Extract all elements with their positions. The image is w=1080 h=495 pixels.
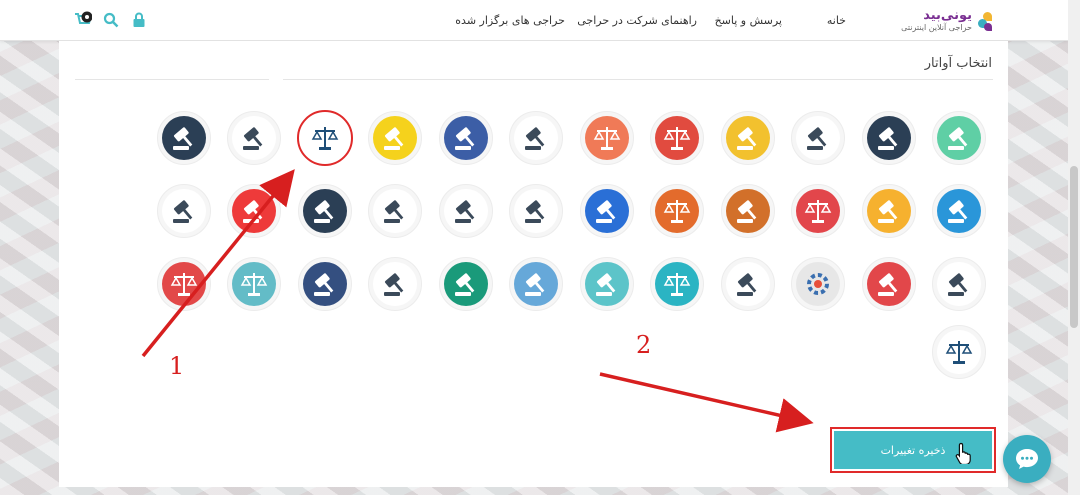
- avatar-option[interactable]: [297, 257, 352, 311]
- top-navbar: یونی‌بید حراجی آنلاین اینترنتی خانه پرسش…: [0, 0, 1068, 41]
- scales-icon: [796, 189, 840, 233]
- scales-icon: [232, 262, 276, 306]
- avatar-option[interactable]: [156, 257, 211, 311]
- gavel-icon: [584, 262, 629, 306]
- avatar-option[interactable]: [297, 184, 352, 238]
- avatar-option[interactable]: [791, 111, 845, 165]
- logo-icon: [976, 10, 992, 32]
- title-divider: [283, 79, 993, 80]
- hand-cursor-icon: [955, 442, 973, 468]
- gavel-icon: [443, 189, 488, 233]
- scales-icon: [937, 330, 981, 374]
- lock-icon[interactable]: [130, 10, 148, 30]
- gavel-icon: [443, 262, 488, 306]
- gavel-icon: [232, 116, 276, 160]
- logo-subtitle: حراجی آنلاین اینترنتی: [901, 23, 972, 32]
- section-title: انتخاب آواتار: [924, 56, 992, 71]
- nav-item-home[interactable]: خانه: [827, 14, 846, 27]
- avatar-option[interactable]: [861, 184, 916, 238]
- scales-icon: [655, 116, 699, 160]
- nav-item-faq[interactable]: پرسش و پاسخ: [715, 14, 782, 27]
- scales-icon: [655, 262, 699, 306]
- gavel-icon: [514, 116, 558, 160]
- avatar-option[interactable]: [861, 111, 916, 165]
- scrollbar-thumb[interactable]: [1070, 166, 1078, 328]
- avatar-option[interactable]: [579, 257, 634, 311]
- avatar-option[interactable]: [156, 184, 211, 238]
- cart-icon[interactable]: [74, 10, 92, 30]
- avatar-option[interactable]: [438, 257, 493, 311]
- title-divider-left: [75, 79, 269, 80]
- avatar-option[interactable]: [509, 184, 563, 238]
- avatar-option[interactable]: [720, 184, 775, 238]
- avatar-option[interactable]: [791, 184, 845, 238]
- avatar-option[interactable]: [368, 184, 422, 238]
- avatar-panel: انتخاب آواتار ذخیره تغییرات: [59, 41, 1008, 487]
- gavel-icon: [302, 262, 347, 306]
- annotation-number-two: 2: [636, 331, 652, 359]
- avatar-option[interactable]: [438, 111, 493, 165]
- avatar-option[interactable]: [791, 257, 845, 311]
- scales-icon: [161, 262, 206, 306]
- gavel-icon: [937, 189, 981, 233]
- gavel-icon: [161, 189, 206, 233]
- avatar-option[interactable]: [509, 257, 563, 311]
- chat-bubble-icon: [1016, 449, 1038, 469]
- gavel-icon: [937, 116, 981, 160]
- avatar-option[interactable]: [932, 325, 986, 379]
- scales-icon: [302, 116, 347, 160]
- scales-icon: [655, 189, 699, 233]
- gavel-icon: [866, 189, 911, 233]
- avatar-option[interactable]: [650, 184, 704, 238]
- avatar-option[interactable]: [932, 184, 986, 238]
- avatar-option[interactable]: [650, 257, 704, 311]
- gavel-icon: [373, 116, 417, 160]
- page-scrollbar[interactable]: [1068, 0, 1080, 495]
- avatar-option[interactable]: [720, 257, 775, 311]
- avatar-option[interactable]: [156, 111, 211, 165]
- chat-button[interactable]: [1003, 435, 1051, 483]
- gear-icon: [796, 262, 840, 306]
- gavel-icon: [443, 116, 488, 160]
- avatar-option[interactable]: [861, 257, 916, 311]
- gavel-icon: [232, 189, 276, 233]
- avatar-option[interactable]: [579, 184, 634, 238]
- gavel-icon: [373, 189, 417, 233]
- avatar-option[interactable]: [579, 111, 634, 165]
- gavel-icon: [373, 262, 417, 306]
- avatar-option[interactable]: [932, 257, 986, 311]
- avatar-option[interactable]: [368, 257, 422, 311]
- gavel-icon: [866, 262, 911, 306]
- avatar-option[interactable]: [227, 184, 281, 238]
- gavel-icon: [302, 189, 347, 233]
- avatar-option[interactable]: [650, 111, 704, 165]
- gavel-icon: [866, 116, 911, 160]
- gavel-icon: [937, 262, 981, 306]
- avatar-option[interactable]: [368, 111, 422, 165]
- nav-item-past-auctions[interactable]: حراجی های برگزار شده: [455, 14, 565, 27]
- gavel-icon: [725, 189, 770, 233]
- gavel-icon: [584, 189, 629, 233]
- gavel-icon: [161, 116, 206, 160]
- avatar-option[interactable]: [932, 111, 986, 165]
- annotation-number-one: 1: [169, 352, 185, 380]
- gavel-icon: [796, 116, 840, 160]
- avatar-option-selected[interactable]: [296, 110, 353, 166]
- gavel-icon: [725, 116, 770, 160]
- scales-icon: [584, 116, 629, 160]
- site-logo[interactable]: یونی‌بید حراجی آنلاین اینترنتی: [901, 9, 992, 32]
- gavel-icon: [725, 262, 770, 306]
- avatar-option[interactable]: [509, 111, 563, 165]
- avatar-option[interactable]: [227, 111, 281, 165]
- avatar-option[interactable]: [720, 111, 775, 165]
- gavel-icon: [514, 189, 558, 233]
- search-icon[interactable]: [102, 10, 120, 30]
- avatar-option[interactable]: [227, 257, 281, 311]
- nav-item-guide[interactable]: راهنمای شرکت در حراجی: [577, 14, 697, 27]
- logo-title: یونی‌بید: [923, 8, 972, 23]
- avatar-option[interactable]: [438, 184, 493, 238]
- gavel-icon: [514, 262, 558, 306]
